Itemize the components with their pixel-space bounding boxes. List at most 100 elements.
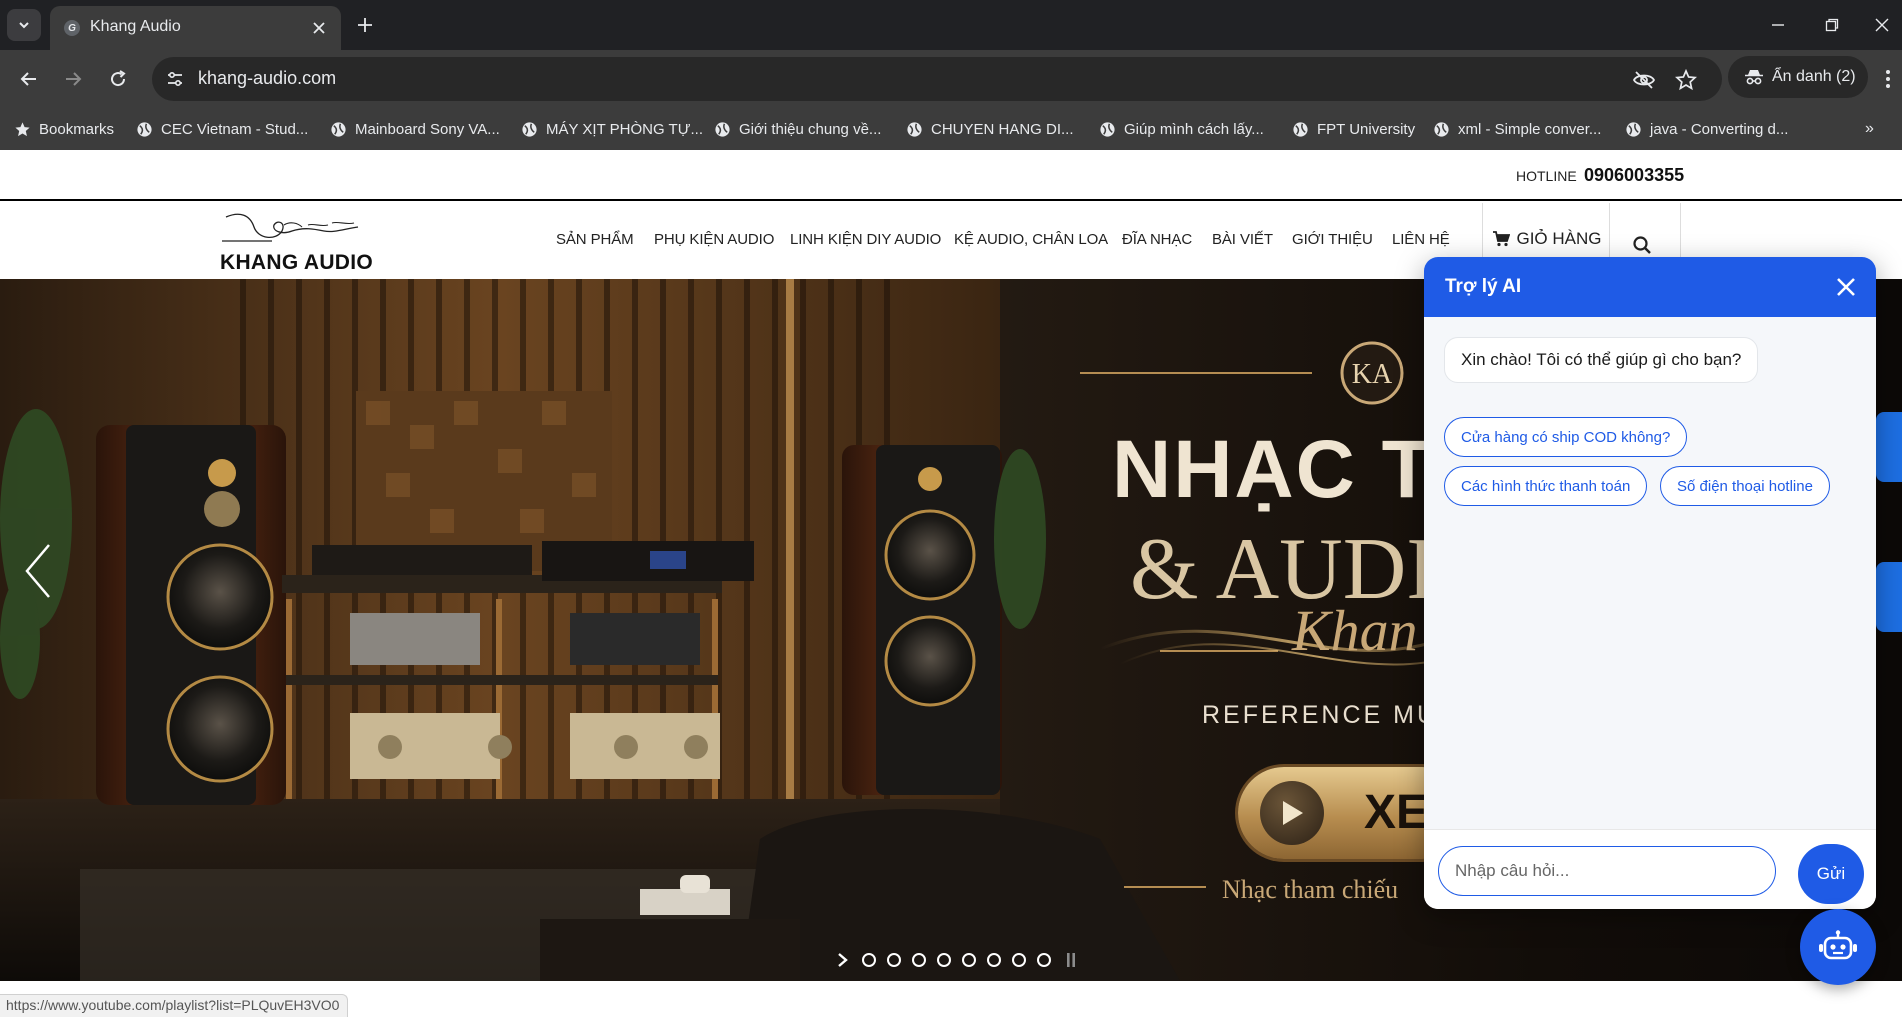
bookmark-label: FPT University: [1317, 120, 1416, 138]
slider-prev-button[interactable]: [20, 541, 56, 601]
globe-icon: [907, 121, 922, 137]
assistant-message: Xin chào! Tôi có thể giúp gì cho bạn?: [1444, 337, 1759, 383]
restore-icon: [1825, 18, 1839, 32]
play-icon: [1260, 781, 1324, 845]
tracking-protection-button[interactable]: [1632, 68, 1656, 92]
arrow-left-icon: [20, 72, 36, 86]
chatbot-toggle-button[interactable]: [1800, 909, 1876, 985]
hero-subtitle: Nhạc tham chiếu: [1222, 875, 1399, 904]
bookmark-item[interactable]: MÁY XỊT PHÒNG TỰ...: [521, 118, 703, 140]
cart-inner: GIỎ HÀNG: [1483, 229, 1611, 249]
bookmark-label: Giới thiệu chung về...: [739, 120, 882, 138]
tab-khang-audio[interactable]: G Khang Audio: [50, 6, 341, 50]
bookmark-label: CHUYEN HANG DI...: [931, 120, 1074, 138]
slider-dot[interactable]: [962, 953, 976, 967]
bookmark-item[interactable]: Mainboard Sony VA...: [330, 118, 500, 140]
hero-script-text: Khan: [1292, 598, 1418, 663]
slider-dot[interactable]: [1012, 953, 1026, 967]
slider-next-icon[interactable]: [836, 952, 850, 968]
bookmark-item[interactable]: java - Converting d...: [1625, 118, 1788, 140]
slider-dot[interactable]: [887, 953, 901, 967]
bookmark-item[interactable]: FPT University: [1292, 118, 1415, 140]
close-window-button[interactable]: [1862, 10, 1902, 40]
close-icon: [1837, 278, 1855, 296]
chat-close-button[interactable]: [1832, 273, 1860, 301]
address-bar[interactable]: khang-audio.com: [152, 57, 1722, 101]
globe-icon: [522, 121, 537, 137]
suggestion-chip[interactable]: Cửa hàng có ship COD không?: [1444, 417, 1688, 457]
incognito-label: Ẩn danh (2): [1772, 68, 1856, 85]
slider-dot[interactable]: [912, 953, 926, 967]
globe-icon: [715, 121, 730, 137]
minimize-button[interactable]: [1758, 10, 1798, 40]
bookmark-item[interactable]: Giúp mình cách lấy...: [1099, 118, 1264, 140]
chat-header: Trợ lý AI: [1424, 257, 1876, 317]
close-icon: [1875, 18, 1889, 32]
suggestion-chip[interactable]: Số điện thoại hotline: [1660, 466, 1830, 506]
bookmark-item[interactable]: Giới thiệu chung về...: [714, 118, 881, 140]
tab-close-button[interactable]: [309, 18, 329, 38]
globe-icon: [1434, 121, 1449, 137]
nav-item-gioi-thieu[interactable]: GIỚI THIỆU: [1292, 231, 1373, 248]
bookmark-item[interactable]: xml - Simple conver...: [1433, 118, 1601, 140]
globe-icon: [331, 121, 346, 137]
slider-dot[interactable]: [1037, 953, 1051, 967]
forward-button[interactable]: [58, 64, 88, 94]
nav-item-lien-he[interactable]: LIÊN HỆ: [1392, 231, 1450, 248]
bookmark-folder-bookmarks[interactable]: Bookmarks: [14, 118, 114, 140]
incognito-icon: [1745, 70, 1763, 85]
chat-messages: Xin chào! Tôi có thể giúp gì cho bạn? Cử…: [1424, 317, 1876, 829]
globe-icon: [137, 121, 152, 137]
nav-item-linh-kien-diy-audio[interactable]: LINH KIỆN DIY AUDIO: [790, 231, 941, 248]
nav-item-ke-audio-chan-loa[interactable]: KỆ AUDIO, CHÂN LOA: [954, 231, 1108, 248]
bookmark-star-button[interactable]: [1674, 68, 1698, 92]
site-favicon-icon: G: [64, 20, 80, 36]
logo-text: KHANG AUDIO: [220, 251, 374, 274]
site-logo[interactable]: KHANG AUDIO: [220, 211, 373, 274]
bookmarks-overflow-button[interactable]: »: [1865, 120, 1874, 138]
restore-button[interactable]: [1812, 10, 1852, 40]
star-filled-icon: [15, 121, 30, 136]
status-bar-url: https://www.youtube.com/playlist?list=PL…: [0, 994, 349, 1017]
bookmarks-bar: Bookmarks CEC Vietnam - Stud... Mainboar…: [0, 108, 1902, 150]
plus-icon: [358, 18, 372, 32]
hero-reference-text: REFERENCE MUS: [1202, 701, 1458, 729]
back-button[interactable]: [14, 64, 44, 94]
arrow-right-icon: [66, 72, 82, 86]
bookmark-item[interactable]: CEC Vietnam - Stud...: [136, 118, 308, 140]
hotline-number[interactable]: 0906003355: [1584, 165, 1684, 186]
bookmark-label: MÁY XỊT PHÒNG TỰ...: [546, 120, 704, 138]
logo-signature-mark: [222, 213, 359, 242]
slider-dot[interactable]: [862, 953, 876, 967]
chat-composer: Gửi: [1424, 829, 1876, 909]
ai-chat-panel: Trợ lý AI Xin chào! Tôi có thể giúp gì c…: [1424, 257, 1876, 909]
nav-item-bai-viet[interactable]: BÀI VIẾT: [1212, 231, 1273, 248]
browser-tab-bar: G Khang Audio: [0, 0, 1902, 50]
slider-dot[interactable]: [937, 953, 951, 967]
bookmark-item[interactable]: CHUYEN HANG DI...: [906, 118, 1074, 140]
site-search-button[interactable]: [1628, 231, 1656, 259]
nav-item-san-pham[interactable]: SẢN PHẨM: [556, 231, 634, 248]
more-vert-icon: [1886, 70, 1890, 88]
hotline-bar: HOTLINE 0906003355: [0, 150, 1902, 201]
new-tab-button[interactable]: [352, 12, 378, 38]
minimize-icon: [1772, 24, 1784, 26]
pause-icon[interactable]: [1066, 952, 1076, 968]
floating-side-button[interactable]: [1876, 562, 1902, 632]
chevron-left-icon: [25, 544, 50, 598]
nav-item-phu-kien-audio[interactable]: PHỤ KIỆN AUDIO: [654, 231, 774, 248]
reload-button[interactable]: [103, 64, 133, 94]
chat-input[interactable]: [1438, 846, 1776, 896]
site-info-button[interactable]: [162, 66, 188, 92]
tab-title: Khang Audio: [90, 18, 181, 35]
suggestion-chip[interactable]: Các hình thức thanh toán: [1444, 466, 1648, 506]
tab-search-button[interactable]: [7, 9, 41, 41]
floating-side-button[interactable]: [1876, 412, 1902, 482]
chat-send-button[interactable]: Gửi: [1798, 844, 1864, 904]
incognito-indicator[interactable]: Ẩn danh (2): [1728, 56, 1868, 98]
slider-dot[interactable]: [987, 953, 1001, 967]
eye-off-icon: [1632, 71, 1656, 89]
nav-item-dia-nhac[interactable]: ĐĨA NHẠC: [1122, 231, 1192, 248]
browser-menu-button[interactable]: [1878, 64, 1898, 94]
globe-icon: [1293, 121, 1308, 137]
